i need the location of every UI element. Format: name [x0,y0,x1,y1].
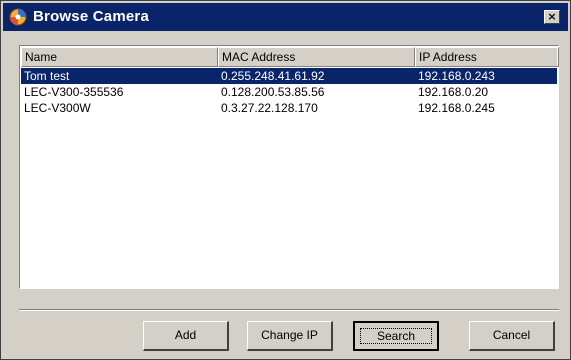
row-mac-address: 0.128.200.53.85.56 [221,85,325,99]
table-row[interactable]: LEC-V300W 0.3.27.22.128.170 192.168.0.24… [21,100,557,116]
row-name: Tom test [24,69,70,83]
camera-app-icon [9,8,27,26]
search-button-label: Search [376,329,416,343]
camera-list[interactable]: Name MAC Address IP Address Tom test 0.2… [19,45,559,289]
list-header: Name MAC Address IP Address [21,47,559,67]
cancel-button[interactable]: Cancel [469,321,555,351]
row-mac-address: 0.255.248.41.61.92 [221,69,325,83]
row-name: LEC-V300W [24,101,91,115]
row-ip-address: 192.168.0.20 [418,85,489,99]
change-ip-button[interactable]: Change IP [247,321,333,351]
table-row[interactable]: LEC-V300-355536 0.128.200.53.85.56 192.1… [21,84,557,100]
close-button[interactable]: × [544,10,560,24]
list-rows: Tom test 0.255.248.41.61.92 192.168.0.24… [21,68,557,116]
column-header-mac-address[interactable]: MAC Address [218,47,415,67]
add-button-label: Add [174,328,197,342]
row-mac-address: 0.3.27.22.128.170 [221,101,318,115]
row-ip-address: 192.168.0.245 [418,101,495,115]
add-button[interactable]: Add [143,321,229,351]
separator [19,309,559,311]
row-ip-address: 192.168.0.243 [418,69,495,83]
row-name: LEC-V300-355536 [24,85,124,99]
table-row[interactable]: Tom test 0.255.248.41.61.92 192.168.0.24… [21,68,557,84]
column-header-ip-address[interactable]: IP Address [415,47,559,67]
search-button[interactable]: Search [353,321,439,351]
column-header-name[interactable]: Name [21,47,218,67]
title-bar[interactable]: Browse Camera × [3,3,568,31]
change-ip-button-label: Change IP [261,328,318,342]
window-title: Browse Camera [33,8,149,25]
close-icon: × [547,10,557,23]
browse-camera-dialog: Browse Camera × Name MAC Address IP Addr… [0,0,571,360]
cancel-button-label: Cancel [492,328,531,342]
